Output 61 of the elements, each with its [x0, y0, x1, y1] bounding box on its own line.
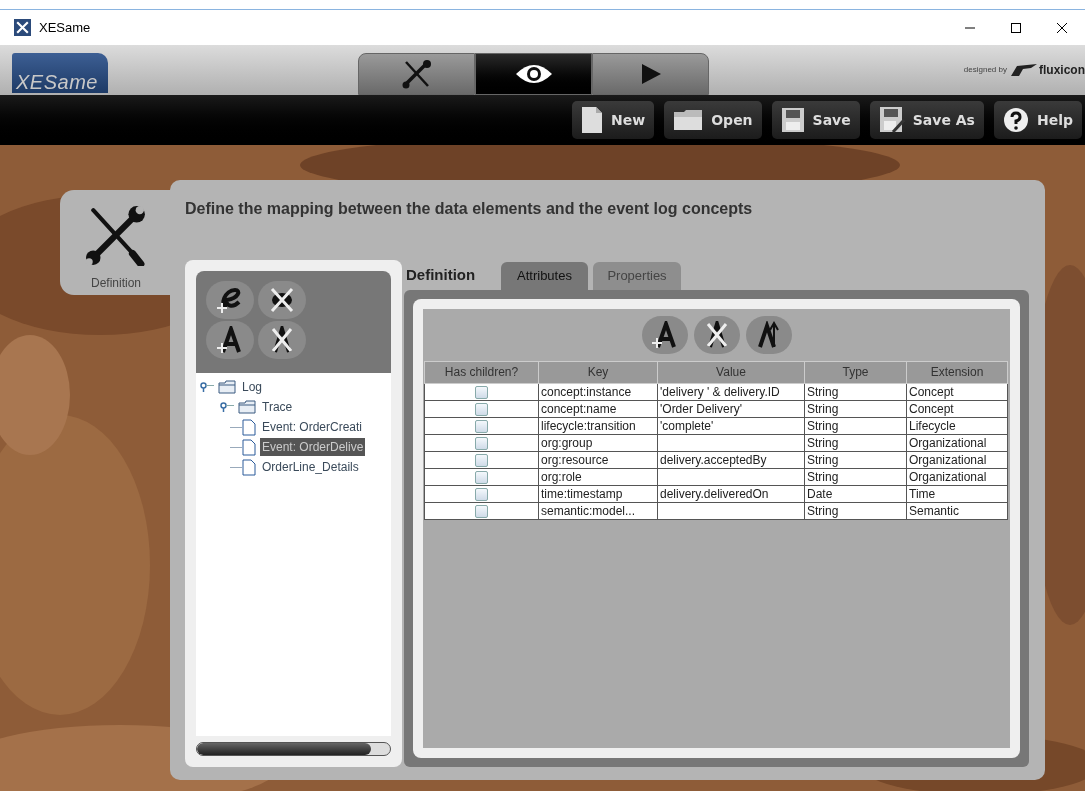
add-attribute-button[interactable]	[641, 316, 688, 354]
checkbox[interactable]	[475, 419, 488, 433]
definition-tab[interactable]: Definition	[60, 190, 172, 295]
tools-icon	[401, 59, 432, 89]
file-icon	[242, 418, 256, 436]
scrollbar-track[interactable]	[196, 742, 391, 756]
tree-item[interactable]: Trace	[260, 398, 295, 416]
column-header[interactable]: Type	[804, 361, 907, 384]
edit-attribute-button[interactable]	[745, 316, 792, 354]
floppy-pen-icon	[878, 106, 905, 134]
wing-icon	[1011, 64, 1037, 76]
tree-item[interactable]: Log	[240, 378, 265, 396]
checkbox[interactable]	[475, 436, 488, 450]
checkbox[interactable]	[475, 470, 488, 484]
delete-event-button[interactable]	[258, 281, 306, 319]
mode-tab[interactable]	[358, 53, 475, 95]
maximize-icon	[1010, 21, 1022, 34]
tree-item[interactable]: Event: OrderDelive	[260, 438, 366, 456]
folder-icon	[673, 108, 704, 132]
app-logo: XESame	[12, 53, 108, 93]
tree-item[interactable]: OrderLine_Details	[260, 458, 361, 476]
expanded-handle-icon[interactable]	[200, 382, 214, 392]
section-label: Definition	[406, 264, 477, 285]
checkbox[interactable]	[475, 402, 488, 416]
checkbox[interactable]	[475, 487, 488, 501]
column-header[interactable]: Has children?	[424, 361, 539, 384]
app-icon	[14, 19, 31, 36]
column-header[interactable]: Value	[657, 361, 805, 384]
add-attribute-button[interactable]	[206, 321, 254, 359]
document-icon	[581, 106, 604, 134]
floppy-icon	[780, 107, 805, 133]
brand-text: fluxicon	[1039, 62, 1085, 79]
close-icon	[1056, 21, 1068, 34]
column-header[interactable]: Key	[538, 361, 658, 384]
expanded-handle-icon[interactable]	[220, 402, 234, 412]
delete-attribute-button[interactable]	[258, 321, 306, 359]
folder-icon	[238, 400, 256, 414]
toolbar-button[interactable]: Save	[771, 101, 860, 139]
mode-tab[interactable]	[592, 53, 709, 95]
add-event-button[interactable]	[206, 281, 254, 319]
checkbox[interactable]	[475, 385, 488, 399]
toolbar-button[interactable]: Save As	[869, 101, 984, 139]
page-heading: Define the mapping between the data elements and the event log concepts	[185, 199, 754, 219]
column-header[interactable]: Extension	[906, 361, 1008, 384]
tree-item[interactable]: Event: OrderCreati	[260, 418, 365, 436]
toolbar-button[interactable]: Open	[664, 101, 762, 139]
mode-tab[interactable]	[475, 53, 592, 95]
file-icon	[242, 438, 256, 456]
tools-icon	[85, 204, 147, 266]
window-title: XESame	[39, 18, 91, 37]
scrollbar-thumb[interactable]	[197, 743, 371, 755]
credit-text: designed by	[963, 64, 1007, 76]
help-icon	[1002, 107, 1029, 133]
checkbox[interactable]	[475, 453, 488, 467]
toolbar-button[interactable]: Help	[993, 101, 1082, 139]
delete-attribute-button[interactable]	[693, 316, 740, 354]
toolbar-button[interactable]: New	[572, 101, 655, 139]
checkbox[interactable]	[475, 504, 488, 518]
tab[interactable]: Attributes	[501, 262, 588, 290]
file-icon	[242, 458, 256, 476]
folder-icon	[218, 380, 236, 394]
